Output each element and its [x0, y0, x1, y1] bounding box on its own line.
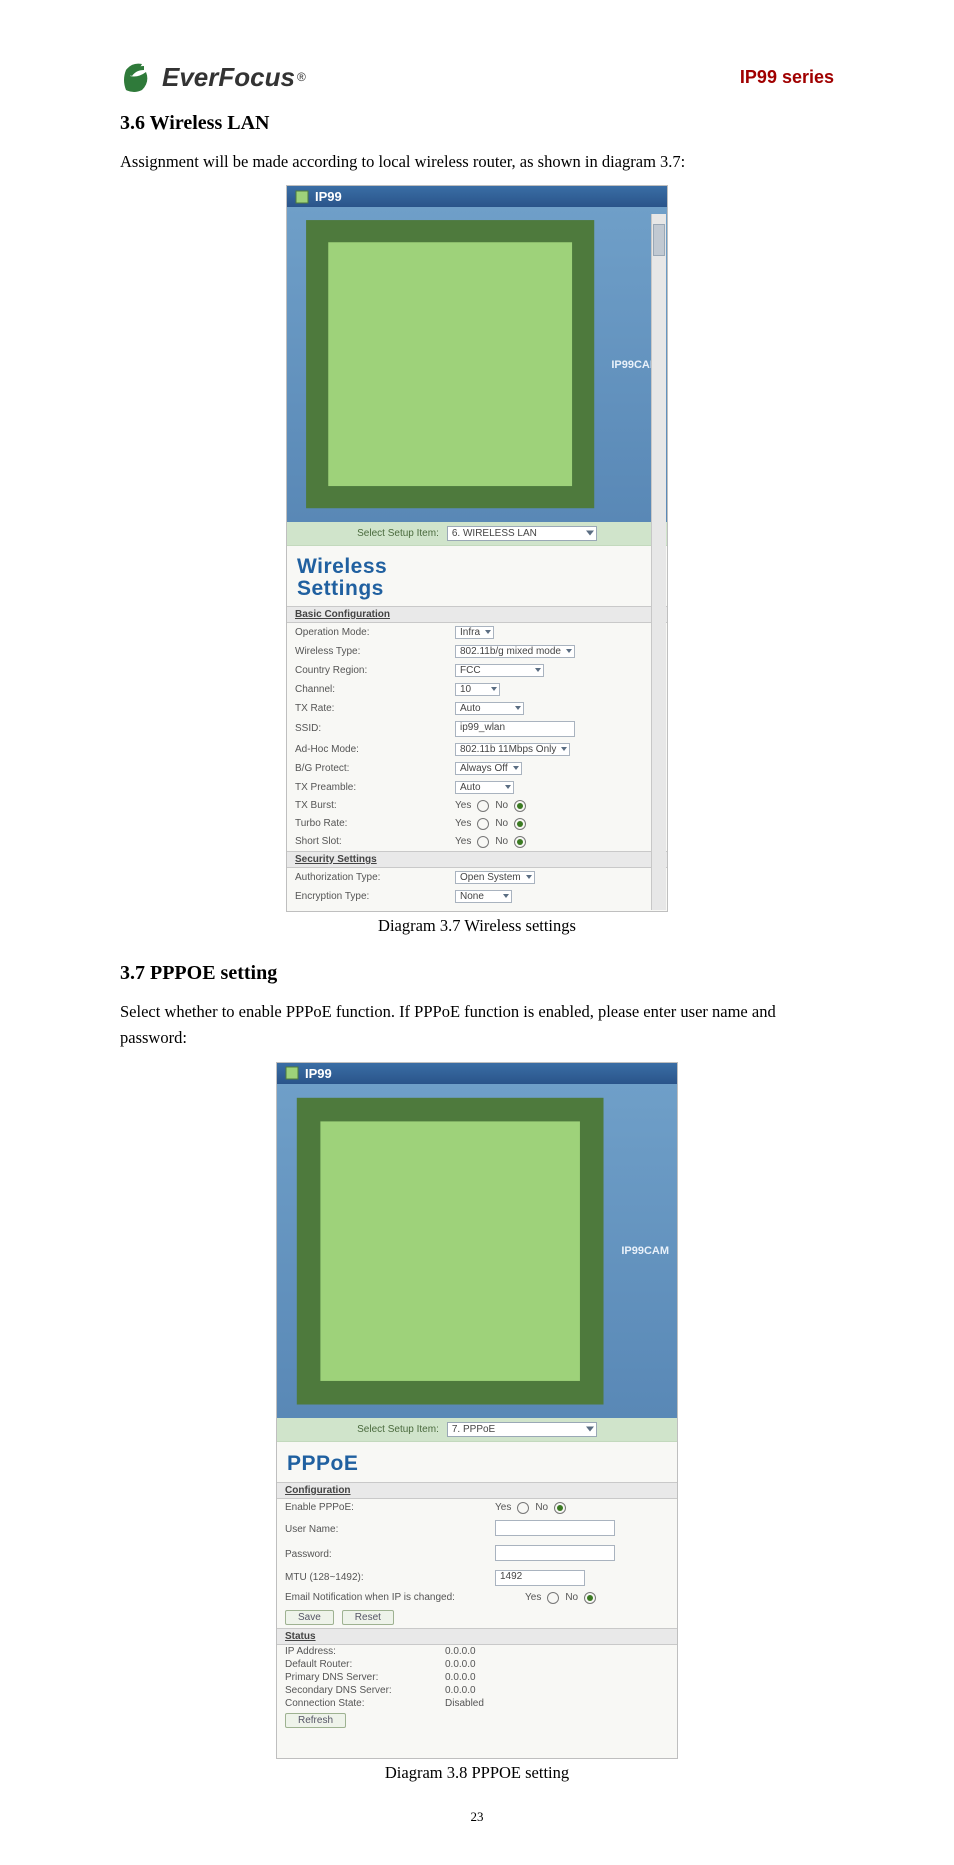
enable-yes-radio[interactable]	[517, 1502, 529, 1514]
password-input[interactable]	[495, 1545, 615, 1561]
ip-value: 0.0.0.0	[445, 1646, 476, 1657]
emailnotify-label: Email Notification when IP is changed:	[285, 1592, 515, 1603]
section-36-title: 3.6 Wireless LAN	[120, 112, 834, 135]
bgprotect-label: B/G Protect:	[295, 763, 445, 774]
logo-reg: ®	[297, 70, 306, 84]
adhoc-select[interactable]: 802.11b 11Mbps Only	[455, 743, 570, 756]
defrouter-value: 0.0.0.0	[445, 1659, 476, 1670]
setup-select-label: Select Setup Item:	[357, 1424, 439, 1435]
defrouter-label: Default Router:	[285, 1659, 435, 1670]
pdns-value: 0.0.0.0	[445, 1672, 476, 1683]
app-sub-icon	[295, 209, 605, 519]
turbo-label: Turbo Rate:	[295, 818, 445, 829]
txrate-select[interactable]: Auto	[455, 702, 524, 715]
txpreamble-select[interactable]: Auto	[455, 781, 514, 794]
window-subtitle-bar: IP99CAM	[287, 207, 667, 521]
username-label: User Name:	[285, 1524, 435, 1535]
section-37-title: 3.7 PPPOE setting	[120, 962, 834, 985]
save-button[interactable]: Save	[285, 1610, 334, 1625]
password-label: Password:	[285, 1549, 435, 1560]
pdns-label: Primary DNS Server:	[285, 1672, 435, 1683]
shortslot-label: Short Slot:	[295, 836, 445, 847]
op-mode-select[interactable]: Infra	[455, 626, 494, 639]
username-input[interactable]	[495, 1520, 615, 1536]
txburst-no-label: No	[495, 800, 508, 811]
channel-select[interactable]: 10	[455, 683, 500, 696]
txburst-label: TX Burst:	[295, 800, 445, 811]
page-header: EverFocus ® IP99 series	[120, 60, 834, 94]
screenshot-pppoe: IP99 IP99CAM Select Setup Item: 7. PPPoE…	[276, 1062, 678, 1759]
auth-select[interactable]: Open System	[455, 871, 535, 884]
scroll-thumb[interactable]	[653, 224, 665, 256]
setup-select-row: Select Setup Item: 7. PPPoE	[277, 1418, 677, 1442]
setup-select[interactable]: 7. PPPoE	[447, 1422, 597, 1437]
txrate-label: TX Rate:	[295, 703, 445, 714]
channel-label: Channel:	[295, 684, 445, 695]
enc-label: Encryption Type:	[295, 891, 445, 902]
app-sub-icon	[285, 1086, 615, 1416]
series-label: IP99 series	[740, 67, 834, 88]
mtu-label: MTU (128~1492):	[285, 1572, 435, 1583]
section-36-intro: Assignment will be made according to loc…	[120, 149, 834, 175]
op-mode-label: Operation Mode:	[295, 627, 445, 638]
region-label: Country Region:	[295, 665, 445, 676]
page-number: 23	[120, 1809, 834, 1825]
wtype-label: Wireless Type:	[295, 646, 445, 657]
window-title: IP99	[305, 1066, 332, 1081]
setup-select[interactable]: 6. WIRELESS LAN	[447, 526, 597, 541]
txburst-yes-label: Yes	[455, 800, 471, 811]
shortslot-no-radio[interactable]	[514, 836, 526, 848]
window-titlebar: IP99	[287, 186, 667, 207]
enc-select[interactable]: None	[455, 890, 512, 903]
auth-label: Authorization Type:	[295, 872, 445, 883]
app-icon	[285, 1066, 299, 1080]
logo-text: EverFocus	[162, 62, 295, 93]
shortslot-yes-radio[interactable]	[477, 836, 489, 848]
turbo-no-radio[interactable]	[514, 818, 526, 830]
basic-config-bar: Basic Configuration	[287, 606, 667, 623]
enable-label: Enable PPPoE:	[285, 1502, 435, 1513]
bgprotect-select[interactable]: Always Off	[455, 762, 522, 775]
panel-heading: PPPoE	[277, 1442, 677, 1482]
mtu-input[interactable]: 1492	[495, 1570, 585, 1586]
section-37-intro: Select whether to enable PPPoE function.…	[120, 999, 834, 1052]
sdns-value: 0.0.0.0	[445, 1685, 476, 1696]
ssid-label: SSID:	[295, 723, 445, 734]
window-subtitle-bar: IP99CAM	[277, 1084, 677, 1418]
connstate-value: Disabled	[445, 1698, 484, 1709]
txburst-yes-radio[interactable]	[477, 800, 489, 812]
caption-38: Diagram 3.8 PPPOE setting	[120, 1763, 834, 1783]
turbo-yes-radio[interactable]	[477, 818, 489, 830]
screenshot-wireless: IP99 IP99CAM Select Setup Item: 6. WIREL…	[286, 185, 668, 911]
refresh-button[interactable]: Refresh	[285, 1713, 346, 1728]
setup-select-row: Select Setup Item: 6. WIRELESS LAN	[287, 522, 667, 546]
emailnotify-yes-radio[interactable]	[547, 1592, 559, 1604]
emailnotify-no-radio[interactable]	[584, 1592, 596, 1604]
ip-label: IP Address:	[285, 1646, 435, 1657]
enable-no-radio[interactable]	[554, 1502, 566, 1514]
window-subtitle: IP99CAM	[621, 1245, 669, 1257]
app-icon	[295, 190, 309, 204]
txburst-no-radio[interactable]	[514, 800, 526, 812]
logo: EverFocus ®	[120, 60, 306, 94]
setup-select-label: Select Setup Item:	[357, 528, 439, 539]
panel-heading: Wireless Settings	[287, 546, 667, 606]
logo-icon	[120, 60, 156, 94]
txpreamble-label: TX Preamble:	[295, 782, 445, 793]
security-settings-bar: Security Settings	[287, 851, 667, 868]
ssid-input[interactable]: ip99_wlan	[455, 721, 575, 737]
region-select[interactable]: FCC	[455, 664, 544, 677]
status-bar: Status	[277, 1628, 677, 1645]
window-title: IP99	[315, 189, 342, 204]
caption-37: Diagram 3.7 Wireless settings	[120, 916, 834, 936]
scrollbar[interactable]	[651, 214, 666, 909]
window-titlebar: IP99	[277, 1063, 677, 1084]
wtype-select[interactable]: 802.11b/g mixed mode	[455, 645, 575, 658]
configuration-bar: Configuration	[277, 1482, 677, 1499]
reset-button[interactable]: Reset	[342, 1610, 394, 1625]
sdns-label: Secondary DNS Server:	[285, 1685, 435, 1696]
connstate-label: Connection State:	[285, 1698, 435, 1709]
adhoc-label: Ad-Hoc Mode:	[295, 744, 445, 755]
